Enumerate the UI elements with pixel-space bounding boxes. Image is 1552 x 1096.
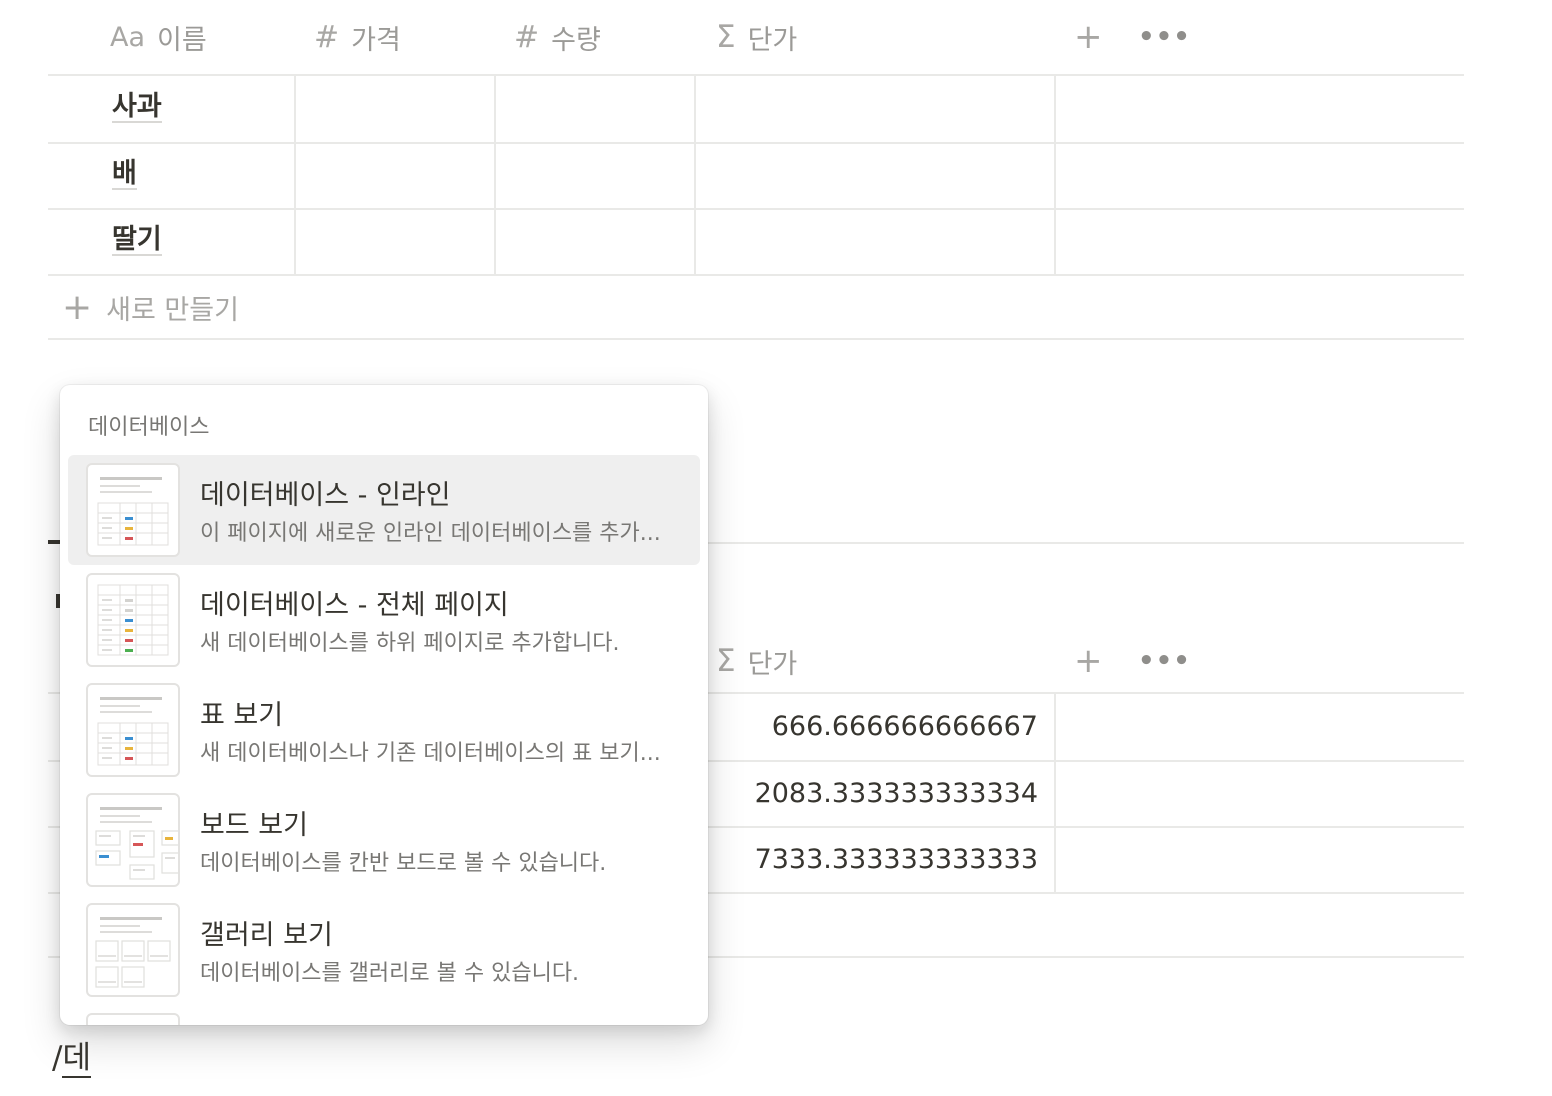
plus-icon: + — [62, 286, 93, 328]
menu-item-board-view[interactable]: 보드 보기 데이터베이스를 칸반 보드로 볼 수 있습니다. — [68, 785, 700, 895]
column-header-label: 단가 — [747, 24, 798, 56]
menu-item-title: 데이터베이스 - 전체 페이지 — [200, 590, 509, 621]
column-header-unit-price[interactable]: Σ 단가 — [716, 0, 797, 74]
full-page-database-thumbnail-icon — [86, 573, 180, 667]
column-header-unit-price[interactable]: Σ 단가 — [716, 624, 797, 698]
divider — [1054, 76, 1056, 274]
column-header-label: 수량 — [551, 24, 601, 56]
divider — [48, 274, 1464, 276]
divider — [48, 142, 1464, 144]
menu-item-table-view[interactable]: 표 보기 새 데이터베이스나 기존 데이터베이스의 표 보기... — [68, 675, 700, 785]
board-view-thumbnail-icon — [86, 793, 180, 887]
divider — [294, 76, 296, 274]
number-property-icon: # — [314, 19, 340, 55]
divider — [1054, 694, 1056, 892]
editor-slash-command-text[interactable]: /데 — [52, 1032, 91, 1078]
column-header-label: 가격 — [351, 24, 401, 56]
menu-item-database-inline[interactable]: 데이터베이스 - 인라인 이 페이지에 새로운 인라인 데이터베이스를 추가..… — [68, 455, 700, 565]
text-property-icon: Aa — [110, 21, 146, 53]
menu-item-gallery-view[interactable]: 갤러리 보기 데이터베이스를 갤러리로 볼 수 있습니다. — [68, 895, 700, 1005]
next-menu-item-thumbnail-icon — [86, 1013, 180, 1025]
database-table-1: Aa 이름 # 가격 # 수량 Σ 단가 + ••• 사과 배 딸기 + 새로 … — [48, 0, 1464, 340]
divider — [494, 76, 496, 274]
divider — [48, 338, 1464, 340]
menu-section-heading: 데이터베이스 — [88, 415, 210, 440]
row-title: 배 — [112, 157, 137, 191]
table-row-name-cell[interactable]: 딸기 — [112, 209, 162, 273]
column-header-label: 이름 — [157, 24, 207, 56]
menu-item-description: 데이터베이스를 갤러리로 볼 수 있습니다. — [200, 961, 580, 986]
slash-command-menu: 데이터베이스 데이터베이스 - 인라인 이 페이지에 새로운 인라인 데이터베이… — [60, 385, 708, 1025]
menu-item-title: 갤러리 보기 — [200, 920, 333, 951]
composing-char: 데 — [62, 1040, 91, 1078]
inline-database-thumbnail-icon — [86, 463, 180, 557]
row-title: 딸기 — [112, 223, 162, 257]
column-header-quantity[interactable]: # 수량 — [514, 0, 601, 74]
menu-item-title: 데이터베이스 - 인라인 — [200, 480, 451, 511]
menu-item-database-full-page[interactable]: 데이터베이스 - 전체 페이지 새 데이터베이스를 하위 페이지로 추가합니다. — [68, 565, 700, 675]
text-fragment — [48, 540, 60, 544]
divider — [694, 76, 696, 274]
menu-item-description: 새 데이터베이스를 하위 페이지로 추가합니다. — [200, 631, 620, 656]
table-row-name-cell[interactable]: 배 — [112, 143, 137, 207]
new-row-button[interactable]: + 새로 만들기 — [62, 275, 239, 339]
formula-cell[interactable]: 2083.333333333334 — [696, 761, 1038, 825]
column-header-price[interactable]: # 가격 — [314, 0, 401, 74]
formula-property-icon: Σ — [716, 19, 736, 55]
add-column-button[interactable]: + — [1074, 0, 1103, 74]
gallery-view-thumbnail-icon — [86, 903, 180, 997]
more-options-icon[interactable]: ••• — [1138, 0, 1191, 74]
menu-item-title: 보드 보기 — [200, 810, 308, 841]
formula-cell[interactable]: 666.666666666667 — [696, 694, 1038, 758]
table-row-name-cell[interactable]: 사과 — [112, 76, 162, 140]
menu-item-title: 표 보기 — [200, 700, 284, 731]
more-options-icon[interactable]: ••• — [1138, 624, 1191, 698]
table-view-thumbnail-icon — [86, 683, 180, 777]
menu-item-description: 이 페이지에 새로운 인라인 데이터베이스를 추가... — [200, 521, 661, 546]
menu-item-description: 데이터베이스를 칸반 보드로 볼 수 있습니다. — [200, 851, 607, 876]
new-row-label: 새로 만들기 — [106, 294, 239, 326]
formula-cell[interactable]: 7333.333333333333 — [696, 827, 1038, 891]
menu-item-description: 새 데이터베이스나 기존 데이터베이스의 표 보기... — [200, 741, 661, 766]
divider — [48, 208, 1464, 210]
divider — [48, 74, 1464, 76]
row-title: 사과 — [112, 90, 162, 124]
number-property-icon: # — [514, 19, 540, 55]
formula-property-icon: Σ — [716, 643, 736, 679]
column-header-name[interactable]: Aa 이름 — [110, 0, 207, 74]
column-header-label: 단가 — [747, 648, 798, 680]
add-column-button[interactable]: + — [1074, 624, 1103, 698]
slash-char: / — [52, 1040, 63, 1076]
